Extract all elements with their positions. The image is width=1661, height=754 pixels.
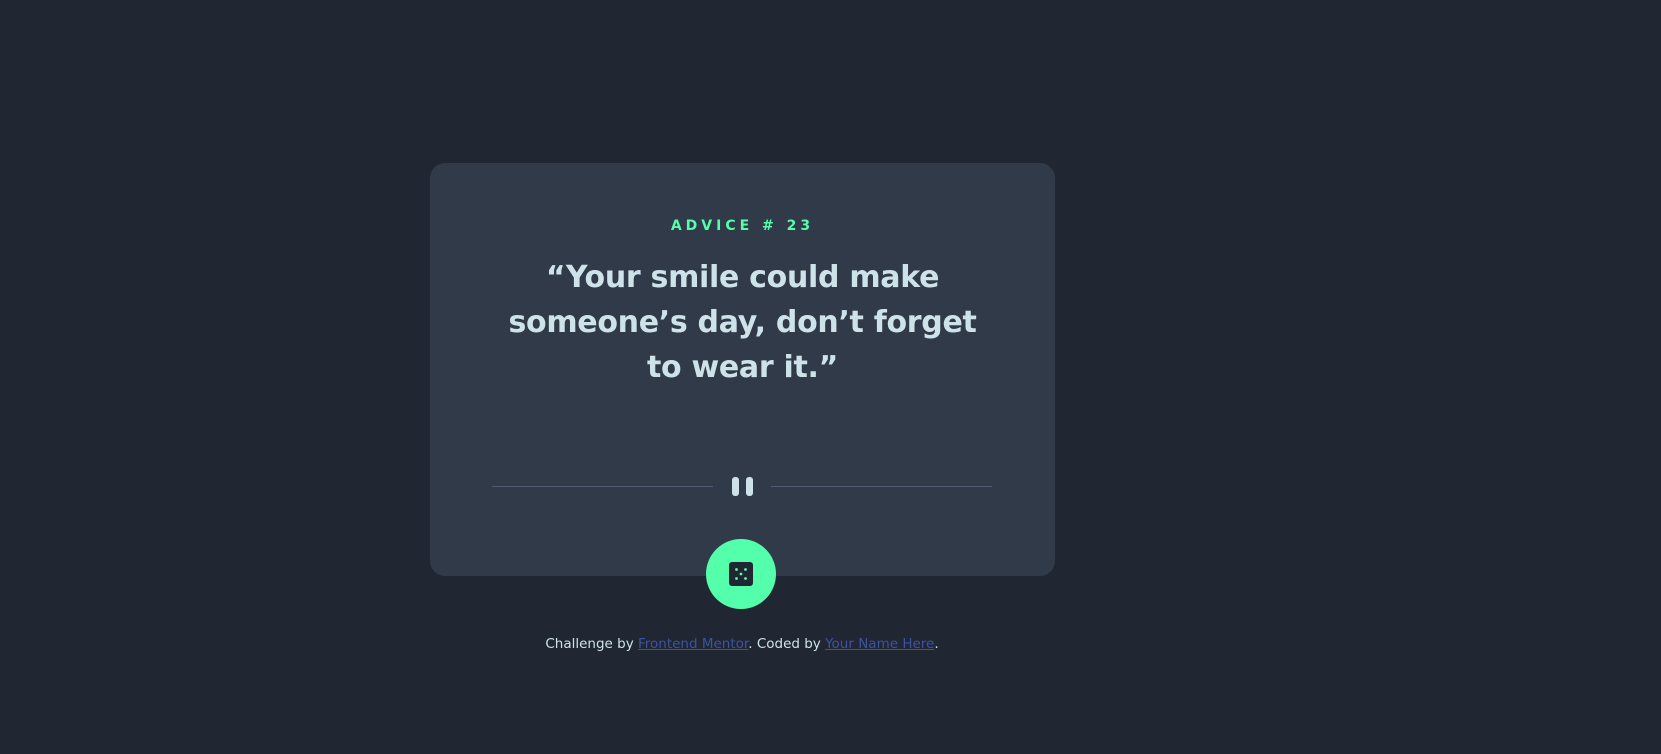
dice-icon	[729, 562, 753, 586]
advice-number-label: ADVICE # 23	[670, 218, 815, 234]
footer-prefix: Challenge by	[545, 636, 634, 652]
footer-suffix: .	[934, 636, 939, 652]
advice-card: ADVICE # 23 “Your smile could make someo…	[430, 163, 1055, 576]
divider-line-left	[492, 486, 713, 487]
divider-line-right	[771, 486, 992, 487]
advice-quote: “Your smile could make someone’s day, do…	[508, 260, 977, 385]
attribution-footer: Challenge by Frontend Mentor. Coded by Y…	[0, 636, 1484, 652]
divider	[492, 477, 992, 497]
frontend-mentor-link[interactable]: Frontend Mentor	[638, 636, 748, 652]
footer-middle: . Coded by	[748, 636, 821, 652]
author-link[interactable]: Your Name Here	[825, 636, 934, 652]
pause-icon	[730, 477, 756, 497]
new-advice-button[interactable]	[706, 539, 776, 609]
